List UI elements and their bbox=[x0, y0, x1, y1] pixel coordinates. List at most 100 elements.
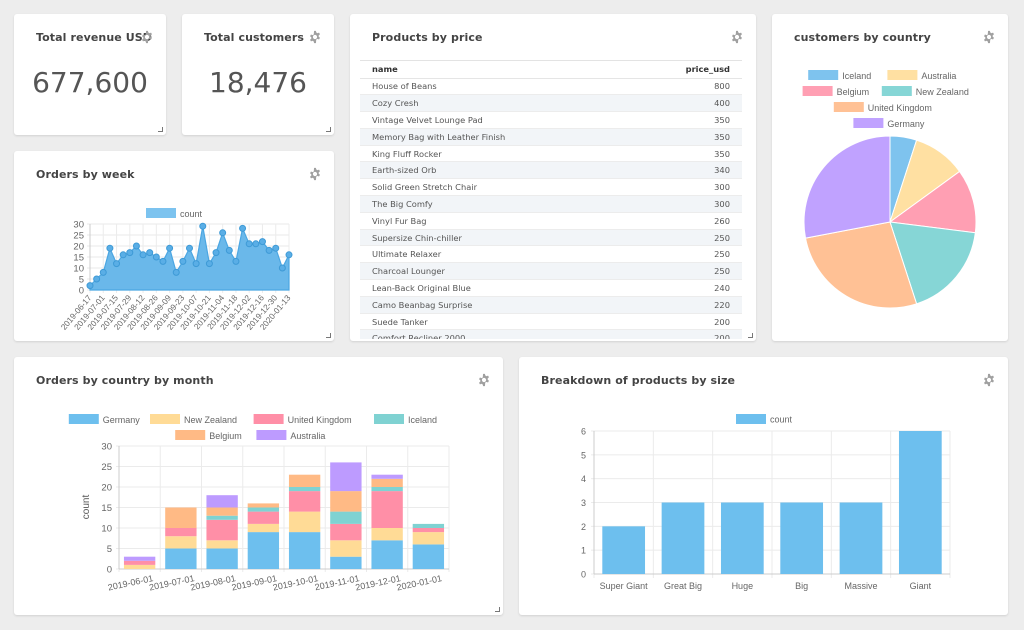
table-row[interactable]: Memory Bag with Leather Finish 350 bbox=[360, 128, 742, 146]
data-point bbox=[225, 246, 233, 254]
gear-icon[interactable] bbox=[308, 30, 322, 44]
price-cell: 400 bbox=[626, 94, 742, 113]
bar-segment-belgium bbox=[247, 503, 280, 508]
bar-segment-iceland bbox=[371, 487, 403, 492]
legend-swatch bbox=[833, 102, 864, 112]
price-cell: 300 bbox=[626, 195, 742, 213]
bar-segment-germany bbox=[371, 540, 403, 569]
table-row[interactable]: King Fluff Rocker 350 bbox=[360, 145, 742, 163]
bar-segment-new-zealand bbox=[371, 528, 403, 541]
product-name-cell: Earth-sized Orb bbox=[360, 161, 627, 180]
customers-by-country-chart: Iceland Australia Belgium New Zealand United… bbox=[802, 70, 977, 309]
legend-label: Belgium bbox=[209, 431, 242, 441]
bar-segment-united-kingdom bbox=[330, 523, 362, 541]
product-name-cell: King Fluff Rocker bbox=[360, 145, 627, 163]
table-row[interactable]: Charcoal Lounger 250 bbox=[360, 262, 742, 281]
table-row[interactable]: Ultimate Relaxer 250 bbox=[360, 245, 742, 264]
data-point bbox=[232, 257, 240, 265]
product-name-cell: The Big Comfy bbox=[360, 195, 627, 213]
x-tick-label: Great Big bbox=[664, 581, 702, 591]
price-cell: 200 bbox=[626, 313, 742, 331]
product-name-cell: Comfort Recliner 2000 bbox=[360, 329, 627, 339]
price-cell: 800 bbox=[626, 78, 742, 96]
legend-label: count bbox=[180, 209, 203, 219]
table-row[interactable]: Vinyl Fur Bag 260 bbox=[360, 212, 742, 230]
resize-handle-icon[interactable] bbox=[748, 333, 753, 338]
resize-handle-icon[interactable] bbox=[495, 607, 500, 612]
total-customers-value: 18,476 bbox=[209, 66, 307, 99]
column-header-name[interactable]: name bbox=[360, 61, 627, 79]
table-row[interactable]: House of Beans 800 bbox=[360, 78, 742, 96]
legend-label: Germany bbox=[887, 119, 925, 129]
data-point bbox=[146, 249, 154, 257]
legend-swatch bbox=[853, 118, 884, 128]
y-tick-label: 4 bbox=[581, 474, 586, 484]
products-by-size-card: Breakdown of products by size count 0 1 2 3 4… bbox=[519, 357, 1008, 615]
legend-swatch bbox=[736, 414, 766, 424]
legend-label: Australia bbox=[290, 431, 325, 441]
gear-icon[interactable] bbox=[730, 30, 744, 44]
data-point bbox=[86, 282, 94, 290]
table-row[interactable]: Camo Beanbag Surprise 220 bbox=[360, 296, 742, 314]
bar-segment-united-kingdom bbox=[247, 511, 280, 524]
resize-handle-icon[interactable] bbox=[326, 333, 331, 338]
products-by-price-card: Products by price name price_usd House o… bbox=[350, 14, 756, 341]
product-name-cell: Supersize Chin-chiller bbox=[360, 229, 627, 247]
price-cell: 200 bbox=[626, 329, 742, 339]
gear-icon[interactable] bbox=[140, 30, 154, 44]
y-tick-label: 3 bbox=[581, 498, 586, 508]
orders-by-country-by-month-card: Orders by country by month Germany New Ze… bbox=[14, 357, 503, 615]
data-point bbox=[258, 238, 266, 246]
table-row[interactable]: Comfort Recliner 2000 200 bbox=[360, 329, 742, 339]
data-point bbox=[93, 275, 101, 283]
data-point bbox=[139, 251, 147, 259]
y-tick-label: 0 bbox=[107, 565, 112, 576]
legend-label: Belgium bbox=[837, 87, 870, 97]
total-revenue-value: 677,600 bbox=[32, 66, 148, 99]
bar-segment-australia bbox=[123, 556, 156, 561]
card-title: Products by price bbox=[372, 31, 483, 44]
legend-label: Germany bbox=[103, 415, 141, 425]
table-row[interactable]: Lean-Back Original Blue 240 bbox=[360, 279, 742, 297]
price-cell: 250 bbox=[626, 245, 742, 264]
price-cell: 350 bbox=[626, 111, 742, 129]
data-point bbox=[205, 260, 213, 268]
bar-segment-belgium bbox=[288, 474, 321, 487]
bar-segment-new-zealand bbox=[247, 523, 280, 533]
legend-label: Australia bbox=[921, 71, 956, 81]
data-point bbox=[106, 244, 114, 252]
y-tick-label: 30 bbox=[73, 220, 84, 231]
legend-label: Iceland bbox=[842, 71, 871, 81]
card-title: Total revenue USD bbox=[36, 31, 153, 44]
products-table-scroll[interactable]: name price_usd House of Beans 800 Cozy Cre… bbox=[360, 60, 742, 339]
legend-swatch bbox=[802, 86, 833, 96]
bar-massive bbox=[839, 502, 883, 574]
bar-segment-new-zealand bbox=[288, 511, 321, 533]
x-tick-label: 2019-12-01 bbox=[354, 573, 401, 592]
bar-segment-germany bbox=[247, 532, 280, 569]
product-name-cell: Memory Bag with Leather Finish bbox=[360, 128, 627, 146]
x-tick-label: 2019-09-01 bbox=[231, 573, 278, 592]
bar-segment-iceland bbox=[288, 487, 321, 492]
y-tick-label: 15 bbox=[101, 503, 112, 514]
product-name-cell: Solid Green Stretch Chair bbox=[360, 178, 627, 197]
resize-handle-icon[interactable] bbox=[326, 127, 331, 132]
price-cell: 220 bbox=[626, 296, 742, 314]
table-row[interactable]: The Big Comfy 300 bbox=[360, 195, 742, 213]
bar-segment-australia bbox=[371, 474, 403, 479]
x-tick-label: 2019-10-01 bbox=[272, 573, 319, 592]
legend-label: New Zealand bbox=[916, 87, 969, 97]
table-row[interactable]: Earth-sized Orb 340 bbox=[360, 161, 742, 180]
table-row[interactable]: Cozy Cresh 400 bbox=[360, 94, 742, 113]
table-row[interactable]: Supersize Chin-chiller 250 bbox=[360, 229, 742, 247]
bar-segment-germany bbox=[165, 548, 197, 569]
table-row[interactable]: Suede Tanker 200 bbox=[360, 313, 742, 331]
table-row[interactable]: Vintage Velvet Lounge Pad 350 bbox=[360, 111, 742, 129]
bar-big bbox=[780, 502, 824, 574]
data-point bbox=[166, 244, 174, 252]
resize-handle-icon[interactable] bbox=[158, 127, 163, 132]
legend-swatch bbox=[146, 208, 176, 218]
table-row[interactable]: Solid Green Stretch Chair 300 bbox=[360, 178, 742, 197]
column-header-price[interactable]: price_usd bbox=[626, 61, 742, 79]
x-tick-label: 2019-06-01 bbox=[107, 573, 154, 592]
